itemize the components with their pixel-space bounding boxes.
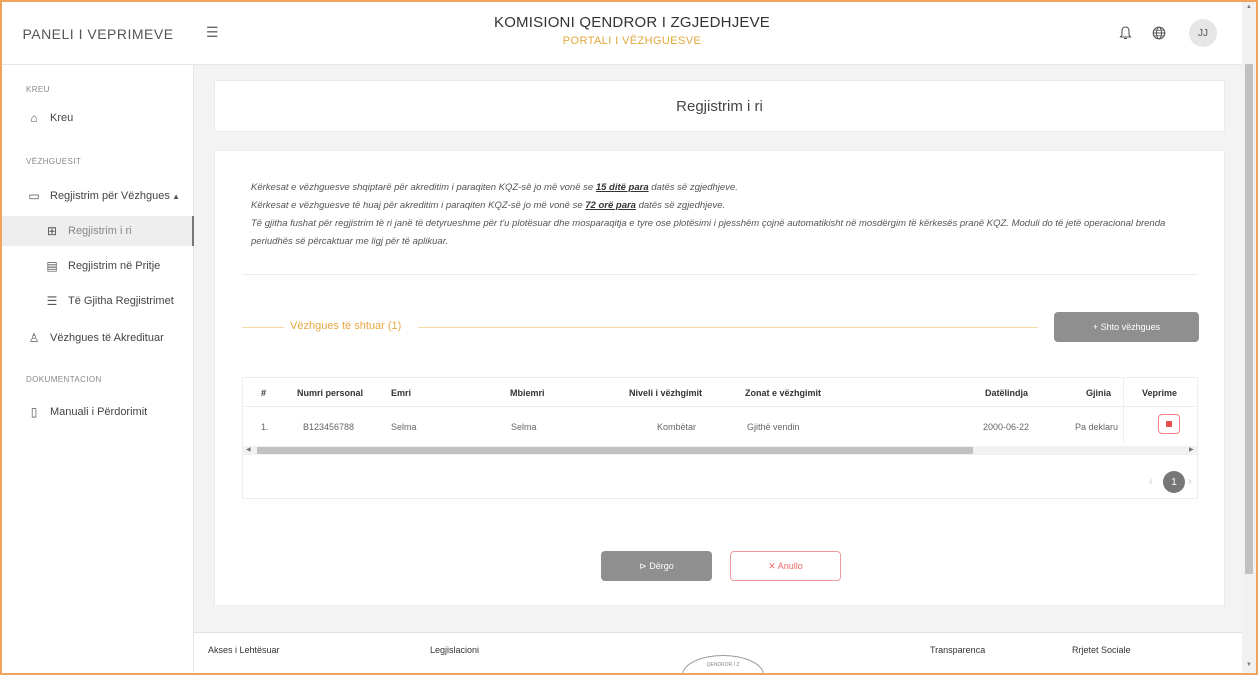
scroll-down-icon[interactable]: ▼ — [1246, 662, 1252, 668]
scroll-up-icon[interactable]: ▲ — [1246, 4, 1252, 10]
header-center: KOMISIONI QENDROR I ZGJEDHJEVE PORTALI I… — [422, 14, 842, 47]
note-line-1: Kërkesat e vëzhguesve shqiptarë për akre… — [251, 179, 1201, 197]
table-cell: Selma — [511, 422, 537, 432]
section-label-vezhguesit: VËZHGUESIT — [26, 157, 82, 166]
vertical-scrollbar[interactable]: ▲ ▼ — [1242, 2, 1256, 673]
menu-toggle-icon[interactable]: ☰ — [206, 24, 222, 40]
col-header: Gjinia — [1086, 388, 1112, 398]
table-cell: Kombëtar — [657, 422, 697, 432]
note-line-2: Kërkesat e vëzhguesve të huaj për akredi… — [251, 197, 1201, 215]
table-cell: 1. — [261, 422, 269, 432]
doc-icon: ▤ — [46, 259, 58, 273]
footer: Akses i Lehtësuar Legjislacioni QENDROR … — [194, 632, 1242, 673]
folder-icon: ▭ — [28, 189, 40, 203]
sidebar-item-label: Vëzhgues të Akredituar — [50, 332, 164, 344]
table-cell: B123456788 — [303, 422, 355, 432]
note-deadline: 72 orë para — [585, 200, 636, 211]
sidebar-item-regjistrim-per-vezhgues[interactable]: ▭ Regjistrim për Vëzhgues ▲ — [2, 181, 194, 211]
sidebar-item-label: Kreu — [50, 112, 74, 124]
table-cell: Pa deklaru — [1075, 422, 1119, 432]
footer-link-legjislacioni[interactable]: Legjislacioni — [430, 645, 479, 655]
home-icon: ⌂ — [30, 111, 38, 125]
table-cell: Selma — [391, 422, 417, 432]
app-frame: PANELI I VEPRIMEVE ☰ KOMISIONI QENDROR I… — [0, 0, 1258, 675]
col-header: Veprime — [1142, 388, 1178, 398]
section-label-dokumentacion: DOKUMENTACION — [26, 375, 102, 384]
chevron-up-icon: ▲ — [172, 191, 180, 201]
seal-text: QENDROR I Z — [706, 662, 740, 668]
note-text: Kërkesat e vëzhguesve shqiptarë për akre… — [251, 182, 596, 193]
grid-icon: ⊞ — [46, 224, 58, 238]
sidebar-item-kreu[interactable]: ⌂ Kreu — [2, 103, 194, 133]
note-deadline: 15 ditë para — [595, 182, 649, 193]
registration-card: Kërkesat e vëzhguesve shqiptarë për akre… — [214, 150, 1225, 606]
page-title: Regjistrim i ri — [676, 98, 763, 115]
trash-icon — [1166, 421, 1172, 427]
sidebar-item-regjistrim-i-ri[interactable]: ⊞ Regjistrim i ri — [2, 216, 194, 246]
users-icon: ♙ — [28, 331, 40, 345]
footer-link-akses[interactable]: Akses i Lehtësuar — [208, 645, 280, 655]
scroll-thumb[interactable] — [1245, 64, 1253, 574]
send-button[interactable]: ⊳ Dërgo — [601, 551, 712, 581]
next-page-icon[interactable]: › — [1188, 474, 1192, 488]
requirements-notes: Kërkesat e vëzhguesve shqiptarë për akre… — [251, 179, 1201, 251]
scroll-left-icon[interactable]: ◀ — [246, 446, 251, 453]
note-text: datës së zgjedhjeve. — [648, 182, 738, 193]
col-header: Niveli i vëzhgimit — [629, 388, 703, 398]
list-icon: ☰ — [46, 294, 58, 308]
sidebar-item-label: Manuali i Përdorimit — [50, 406, 148, 418]
cancel-button[interactable]: ✕ Anullo — [730, 551, 841, 581]
section-divider-left — [242, 327, 284, 328]
note-text: datës së zgjedhjeve. — [635, 200, 726, 211]
observers-table: # Numri personal Emri Mbiemri Niveli i v… — [242, 377, 1198, 499]
section-title: Vëzhgues të shtuar (1) — [290, 320, 402, 332]
globe-icon[interactable] — [1150, 24, 1168, 42]
page-number-button[interactable]: 1 — [1163, 471, 1185, 493]
section-label-kreu: KREU — [26, 85, 50, 94]
sidebar-item-label: Regjistrim për Vëzhgues — [50, 190, 170, 202]
add-observer-button[interactable]: + Shto vëzhgues — [1054, 312, 1199, 342]
delete-button[interactable] — [1158, 414, 1180, 434]
scroll-right-icon[interactable]: ▶ — [1189, 446, 1194, 453]
divider — [242, 274, 1198, 275]
actions-column: Veprime — [1123, 378, 1197, 444]
horizontal-scrollbar[interactable]: ◀ ▶ — [243, 446, 1197, 455]
footer-link-rrjetet-sociale[interactable]: Rrjetet Sociale — [1072, 645, 1131, 655]
kqz-seal-logo: QENDROR I Z — [682, 655, 764, 673]
section-divider-right — [418, 327, 1038, 328]
col-header: Mbiemri — [510, 388, 545, 398]
scroll-thumb[interactable] — [257, 447, 973, 454]
sidebar-item-label: Regjistrim i ri — [68, 225, 132, 237]
header-subtitle: PORTALI I VËZHGUESVE — [562, 35, 702, 47]
footer-link-transparenca[interactable]: Transparenca — [930, 645, 985, 655]
file-icon: ▯ — [30, 405, 38, 419]
header-title: KOMISIONI QENDROR I ZGJEDHJEVE — [493, 14, 771, 31]
top-header: PANELI I VEPRIMEVE ☰ KOMISIONI QENDROR I… — [2, 2, 1256, 65]
sidebar: KREU ⌂ Kreu VËZHGUESIT ▭ Regjistrim për … — [2, 65, 194, 673]
note-line-3: Të gjitha fushat për regjistrim të ri ja… — [251, 218, 1166, 247]
col-header: Numri personal — [297, 388, 364, 398]
table-cell: Gjithë vendin — [747, 422, 800, 432]
avatar[interactable]: JJ — [1189, 19, 1217, 47]
page-title-card: Regjistrim i ri — [214, 80, 1225, 132]
col-header: Datëlindja — [985, 388, 1029, 398]
sidebar-item-label: Regjistrim në Pritje — [68, 260, 161, 272]
sidebar-item-vezhgues-te-akredituar[interactable]: ♙ Vëzhgues të Akredituar — [2, 323, 194, 353]
brand-title[interactable]: PANELI I VEPRIMEVE — [2, 2, 194, 65]
sidebar-item-label: Të Gjitha Regjistrimet — [68, 295, 174, 307]
sidebar-item-regjistrim-ne-pritje[interactable]: ▤ Regjistrim në Pritje — [2, 251, 194, 281]
table-cell: 2000-06-22 — [983, 422, 1030, 432]
note-text: Kërkesat e vëzhguesve të huaj për akredi… — [251, 200, 586, 211]
header-separator — [1124, 406, 1197, 407]
col-header: Zonat e vëzhgimit — [745, 388, 822, 398]
header-separator — [243, 406, 1197, 407]
col-header: Emri — [391, 388, 412, 398]
bell-icon[interactable] — [1116, 24, 1134, 42]
prev-page-icon[interactable]: ‹ — [1149, 474, 1153, 488]
sidebar-item-te-gjitha-regjistrimet[interactable]: ☰ Të Gjitha Regjistrimet — [2, 286, 194, 316]
col-header: # — [261, 388, 267, 398]
sidebar-item-manuali[interactable]: ▯ Manuali i Përdorimit — [2, 397, 194, 427]
